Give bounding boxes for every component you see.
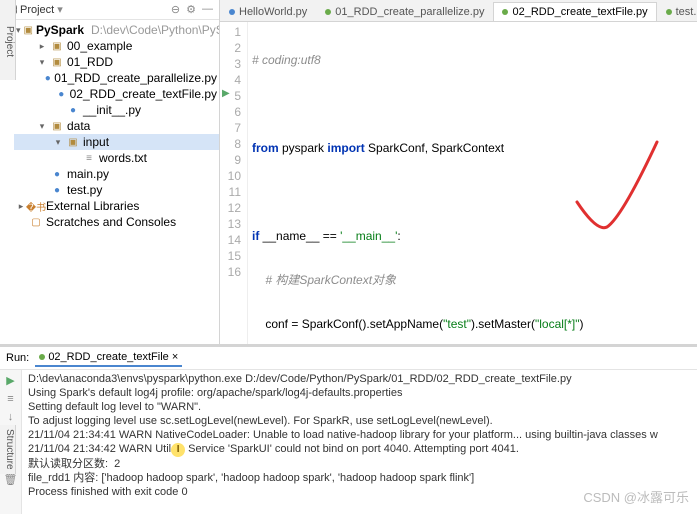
tree-item[interactable]: 01_RDD_create_parallelize.py (54, 71, 217, 85)
text-file-icon: ≡ (82, 152, 96, 164)
tree-item-selected[interactable]: input (83, 135, 109, 149)
down-icon[interactable]: ↓ (8, 411, 14, 423)
tree-item[interactable]: words.txt (99, 151, 147, 165)
trash-icon[interactable]: 🗑 (4, 473, 18, 486)
python-file-icon (39, 354, 45, 360)
python-file-icon (666, 9, 672, 15)
python-file-icon: ● (50, 184, 64, 196)
line-gutter: 12345678910111213141516 (220, 22, 248, 344)
folder-icon: ▣ (24, 24, 33, 36)
folder-icon: ▣ (50, 40, 64, 52)
code-editor[interactable]: ▶ 12345678910111213141516 # coding:utf8 … (220, 22, 697, 344)
run-gutter-icon[interactable]: ▶ (222, 88, 230, 99)
folder-icon: ▣ (50, 56, 64, 68)
python-file-icon: ● (50, 168, 64, 180)
folder-icon: ▣ (50, 120, 64, 132)
tree-item[interactable]: main.py (67, 167, 109, 181)
stop-icon[interactable]: ≡ (7, 393, 13, 405)
project-tree[interactable]: ▾▣PySparkD:\dev\Code\Python\PySpark ▸▣00… (0, 20, 219, 344)
run-config-tab[interactable]: 02_RDD_create_textFile × (35, 349, 182, 367)
python-file-icon (325, 9, 331, 15)
watermark: CSDN @冰露可乐 (583, 487, 689, 506)
python-file-icon (502, 9, 508, 15)
tree-item[interactable]: 00_example (67, 39, 132, 53)
rerun-icon[interactable]: ▶ (6, 374, 14, 387)
tree-item[interactable]: 01_RDD (67, 55, 113, 69)
tree-root[interactable]: PySpark (36, 23, 84, 37)
settings-icon[interactable]: ⚙ (186, 3, 196, 16)
tab-parallelize[interactable]: 01_RDD_create_parallelize.py (316, 2, 493, 21)
tab-test[interactable]: test.py (657, 2, 697, 21)
project-header: ▤ Project ▾ ⊖ ⚙ — (0, 0, 219, 20)
editor-tabs: HelloWorld.py 01_RDD_create_parallelize.… (220, 0, 697, 22)
folder-icon: ▣ (66, 136, 80, 148)
tree-item[interactable]: test.py (67, 183, 102, 197)
python-file-icon: ● (44, 72, 51, 84)
library-icon: �书 (29, 200, 43, 212)
structure-tool-tab[interactable]: Structure (0, 425, 16, 474)
checkmark-annotation (567, 132, 667, 252)
python-file-icon: ● (56, 88, 67, 100)
python-file-icon (229, 9, 235, 15)
tree-item[interactable]: Scratches and Consoles (46, 215, 176, 229)
python-file-icon: ● (66, 104, 80, 116)
collapse-icon[interactable]: ⊖ (171, 3, 180, 16)
tree-item[interactable]: 02_RDD_create_textFile.py (70, 87, 217, 101)
tree-item[interactable]: data (67, 119, 90, 133)
tree-item[interactable]: External Libraries (46, 199, 139, 213)
project-tool-tab[interactable]: Project (0, 0, 16, 80)
tab-textfile[interactable]: 02_RDD_create_textFile.py (493, 2, 656, 21)
tree-item[interactable]: __init__.py (83, 103, 141, 117)
tab-helloworld[interactable]: HelloWorld.py (220, 2, 316, 21)
hide-icon[interactable]: — (202, 3, 213, 16)
project-header-label: Project (20, 4, 54, 16)
scratch-icon: ▢ (29, 216, 43, 228)
run-panel-label: Run: (6, 352, 29, 364)
text-cursor-icon: I (171, 443, 185, 457)
